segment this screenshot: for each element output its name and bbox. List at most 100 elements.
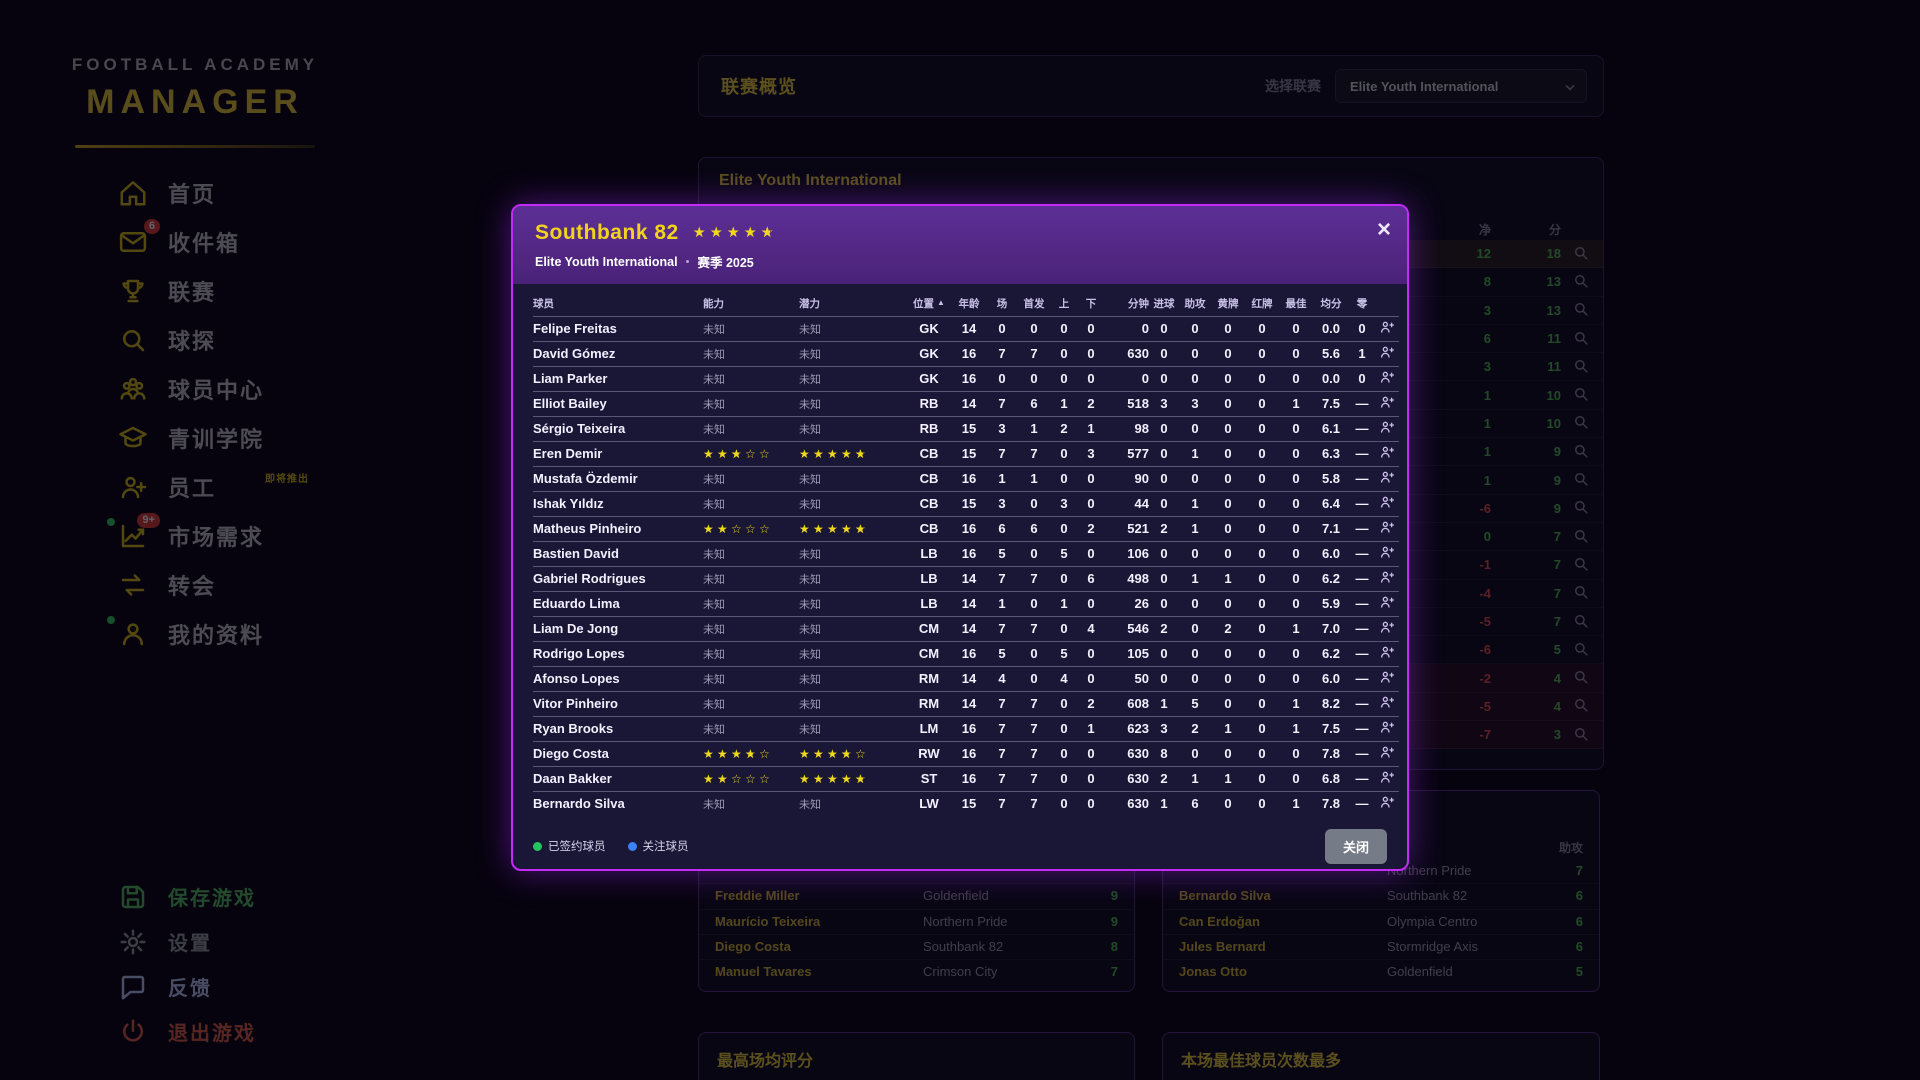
avg-rating: 0.0 [1313,366,1349,391]
person-add-icon[interactable] [1378,694,1396,712]
assists: 0 [1179,366,1211,391]
avg-rating: 5.8 [1313,466,1349,491]
player-name: Liam De Jong [533,616,703,641]
yellow-cards: 0 [1211,691,1245,716]
player-action-cell [1375,641,1399,666]
player-row[interactable]: Eduardo Lima未知未知LB14101026000005.9— [533,591,1399,616]
goals: 2 [1149,516,1179,541]
col-header-12: 黄牌 [1211,292,1245,316]
player-action-cell [1375,341,1399,366]
person-add-icon[interactable] [1378,669,1396,687]
sub-on: 0 [1051,566,1077,591]
player-row[interactable]: Felipe Freitas未知未知GK1400000000000.00 [533,316,1399,341]
person-add-icon[interactable] [1378,394,1396,412]
age: 16 [951,341,987,366]
person-add-icon[interactable] [1378,644,1396,662]
person-add-icon[interactable] [1378,769,1396,787]
player-row[interactable]: Daan Bakker★★☆☆☆★★★★★☆ST167700630211006.… [533,766,1399,791]
clean-sheets: — [1349,591,1375,616]
position: GK [907,316,951,341]
potential-rating: 未知 [799,416,907,441]
player-row[interactable]: Ryan Brooks未知未知LM167701623321017.5— [533,716,1399,741]
col-header-5: 场 [987,292,1017,316]
age: 14 [951,316,987,341]
player-row[interactable]: Vitor Pinheiro未知未知RM147702608150018.2— [533,691,1399,716]
assists: 1 [1179,491,1211,516]
player-row[interactable]: Rodrigo Lopes未知未知CM165050105000006.2— [533,641,1399,666]
person-add-icon[interactable] [1378,494,1396,512]
starts: 0 [1017,641,1051,666]
person-add-icon[interactable] [1378,619,1396,637]
player-row[interactable]: Ishak Yıldız未知未知CB15303044010006.4— [533,491,1399,516]
potential-rating: 未知 [799,466,907,491]
potential-rating: 未知 [799,366,907,391]
person-add-icon[interactable] [1378,544,1396,562]
player-row[interactable]: Bastien David未知未知LB165050106000006.0— [533,541,1399,566]
person-add-icon[interactable] [1378,444,1396,462]
position: GK [907,341,951,366]
col-header-2: 潜力 [799,292,907,316]
sub-off: 0 [1077,541,1105,566]
player-row[interactable]: Bernardo Silva未知未知LW157700630160017.8— [533,791,1399,816]
clean-sheets: 0 [1349,366,1375,391]
player-name: Bernardo Silva [533,791,703,816]
col-header-4: 年龄 [951,292,987,316]
player-row[interactable]: Elliot Bailey未知未知RB147612518330017.5— [533,391,1399,416]
goals: 3 [1149,716,1179,741]
person-add-icon[interactable] [1378,719,1396,737]
person-add-icon[interactable] [1378,344,1396,362]
apps: 5 [987,641,1017,666]
ability-rating: 未知 [703,566,799,591]
person-add-icon[interactable] [1378,569,1396,587]
assists: 3 [1179,391,1211,416]
player-row[interactable]: Liam Parker未知未知GK1600000000000.00 [533,366,1399,391]
player-row[interactable]: Eren Demir★★★☆☆☆★★★★★☆CB157703577010006.… [533,441,1399,466]
motm: 1 [1279,791,1313,816]
assists: 0 [1179,591,1211,616]
player-row[interactable]: David Gómez未知未知GK167700630000005.61 [533,341,1399,366]
player-action-cell [1375,516,1399,541]
starts: 6 [1017,391,1051,416]
player-action-cell [1375,666,1399,691]
person-add-icon[interactable] [1378,519,1396,537]
person-add-icon[interactable] [1378,469,1396,487]
person-add-icon[interactable] [1378,794,1396,812]
player-row[interactable]: Matheus Pinheiro★★☆☆☆★★★★★☆CB16660252121… [533,516,1399,541]
col-header-10: 进球 [1149,292,1179,316]
close-button[interactable]: 关闭 [1325,829,1387,864]
player-row[interactable]: Diego Costa★★★★☆☆★★★★☆☆RW167700630800007… [533,741,1399,766]
player-row[interactable]: Liam De Jong未知未知CM147704546202017.0— [533,616,1399,641]
player-action-cell [1375,316,1399,341]
goals: 0 [1149,641,1179,666]
player-row[interactable]: Afonso Lopes未知未知RM14404050000006.0— [533,666,1399,691]
ability-rating: 未知 [703,341,799,366]
potential-rating: ★★★★★☆ [799,441,907,466]
player-row[interactable]: Gabriel Rodrigues未知未知LB147706498011006.2… [533,566,1399,591]
person-add-icon[interactable] [1378,319,1396,337]
player-name: Mustafa Özdemir [533,466,703,491]
ability-rating: 未知 [703,316,799,341]
ability-rating: 未知 [703,666,799,691]
person-add-icon[interactable] [1378,369,1396,387]
close-icon[interactable]: × [1377,218,1391,242]
motm: 0 [1279,741,1313,766]
player-name: Afonso Lopes [533,666,703,691]
potential-rating: 未知 [799,616,907,641]
starts: 0 [1017,541,1051,566]
red-cards: 0 [1245,491,1279,516]
person-add-icon[interactable] [1378,594,1396,612]
starts: 7 [1017,791,1051,816]
potential-rating: ★★★★★☆ [799,766,907,791]
age: 14 [951,591,987,616]
apps: 7 [987,691,1017,716]
person-add-icon[interactable] [1378,744,1396,762]
player-row[interactable]: Mustafa Özdemir未知未知CB16110090000005.8— [533,466,1399,491]
person-add-icon[interactable] [1378,419,1396,437]
starts: 0 [1017,366,1051,391]
starts: 7 [1017,616,1051,641]
legend-label: 已签约球员 [548,838,606,854]
starts: 7 [1017,691,1051,716]
player-row[interactable]: Sérgio Teixeira未知未知RB15312198000006.1— [533,416,1399,441]
red-cards: 0 [1245,341,1279,366]
goals: 0 [1149,366,1179,391]
